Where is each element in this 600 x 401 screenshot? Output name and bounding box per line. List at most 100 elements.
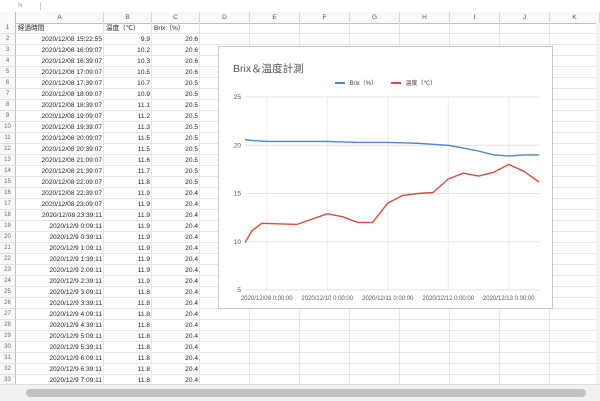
table-cell[interactable]: 20.5: [152, 111, 200, 122]
table-cell[interactable]: 20.6: [152, 45, 200, 56]
column-header-g[interactable]: G: [350, 12, 400, 23]
row-header[interactable]: 24: [0, 276, 16, 287]
table-cell[interactable]: 20.5: [152, 144, 200, 155]
row-header[interactable]: 32: [0, 364, 16, 375]
table-cell[interactable]: 2020/12/08 18:39:07: [16, 100, 104, 111]
row-header[interactable]: 2: [0, 34, 16, 45]
row-header[interactable]: 25: [0, 287, 16, 298]
table-cell[interactable]: 20.4: [152, 232, 200, 243]
column-header-h[interactable]: H: [400, 12, 450, 23]
table-cell[interactable]: 11.9: [104, 221, 152, 232]
table-cell[interactable]: 11.9: [104, 265, 152, 276]
table-cell[interactable]: 11.3: [104, 122, 152, 133]
row-header[interactable]: 4: [0, 56, 16, 67]
table-cell[interactable]: 11.1: [104, 100, 152, 111]
table-cell[interactable]: 11.8: [104, 364, 152, 375]
table-cell[interactable]: 11.8: [104, 342, 152, 353]
column-header-j[interactable]: J: [500, 12, 550, 23]
table-cell[interactable]: 11.8: [104, 375, 152, 384]
table-cell[interactable]: 20.5: [152, 133, 200, 144]
row-header[interactable]: 28: [0, 320, 16, 331]
row-header[interactable]: 27: [0, 309, 16, 320]
table-cell[interactable]: 2020/12/08 23:09:07: [16, 199, 104, 210]
table-cell[interactable]: 2020/12/08 22:09:07: [16, 177, 104, 188]
table-cell[interactable]: 2020/12/9 6:39:11: [16, 364, 104, 375]
table-cell[interactable]: 2020/12/9 4:09:11: [16, 309, 104, 320]
row-header[interactable]: 19: [0, 221, 16, 232]
table-cell[interactable]: 11.2: [104, 111, 152, 122]
select-all-corner[interactable]: [0, 12, 16, 23]
table-cell[interactable]: 11.5: [104, 133, 152, 144]
table-cell[interactable]: 2020/12/08 19:39:07: [16, 122, 104, 133]
table-cell[interactable]: 11.9: [104, 276, 152, 287]
table-cell[interactable]: 11.7: [104, 166, 152, 177]
column-header-b[interactable]: B: [104, 12, 152, 23]
table-cell[interactable]: 2020/12/08 20:39:07: [16, 144, 104, 155]
row-header[interactable]: 16: [0, 188, 16, 199]
table-cell[interactable]: 11.8: [104, 320, 152, 331]
row-header[interactable]: 7: [0, 89, 16, 100]
table-cell[interactable]: 20.5: [152, 122, 200, 133]
column-header-c[interactable]: C: [152, 12, 200, 23]
row-header[interactable]: 9: [0, 111, 16, 122]
table-cell[interactable]: 20.4: [152, 375, 200, 384]
row-header[interactable]: 29: [0, 331, 16, 342]
column-header-e[interactable]: E: [250, 12, 300, 23]
table-cell[interactable]: 11.8: [104, 287, 152, 298]
row-header[interactable]: 1: [0, 23, 16, 34]
table-cell[interactable]: 2020/12/9 3:09:11: [16, 287, 104, 298]
table-cell[interactable]: 20.4: [152, 199, 200, 210]
column-header-i[interactable]: I: [450, 12, 500, 23]
table-cell[interactable]: 20.4: [152, 364, 200, 375]
horizontal-scrollbar[interactable]: [0, 384, 600, 401]
row-header[interactable]: 15: [0, 177, 16, 188]
table-cell[interactable]: 9.9: [104, 34, 152, 45]
table-cell[interactable]: 2020/12/08 21:09:07: [16, 155, 104, 166]
table-cell[interactable]: 20.4: [152, 276, 200, 287]
column-header-d[interactable]: D: [200, 12, 250, 23]
table-cell[interactable]: 2020/12/08 17:09:07: [16, 67, 104, 78]
table-cell[interactable]: 2020/12/08 19:09:07: [16, 111, 104, 122]
row-header[interactable]: 18: [0, 210, 16, 221]
row-header[interactable]: 30: [0, 342, 16, 353]
table-cell[interactable]: 20.4: [152, 298, 200, 309]
table-cell[interactable]: 20.5: [152, 89, 200, 100]
table-cell[interactable]: 2020/12/9 7:09:11: [16, 375, 104, 384]
vertical-scrollbar[interactable]: [596, 23, 600, 384]
row-header[interactable]: 5: [0, 67, 16, 78]
column-header-f[interactable]: F: [300, 12, 350, 23]
table-cell[interactable]: 20.4: [152, 309, 200, 320]
table-cell[interactable]: 11.9: [104, 243, 152, 254]
table-cell[interactable]: 20.4: [152, 243, 200, 254]
table-cell[interactable]: 10.3: [104, 56, 152, 67]
column-header-k[interactable]: K: [550, 12, 600, 23]
row-header[interactable]: 17: [0, 199, 16, 210]
row-header[interactable]: 31: [0, 353, 16, 364]
table-cell[interactable]: 2020/12/08 18:09:07: [16, 89, 104, 100]
table-cell[interactable]: 11.5: [104, 144, 152, 155]
table-cell[interactable]: 2020/12/9 6:09:11: [16, 353, 104, 364]
table-cell[interactable]: 2020/12/9 2:09:11: [16, 265, 104, 276]
table-cell[interactable]: 11.8: [104, 353, 152, 364]
column-header-a[interactable]: A: [16, 12, 104, 23]
table-cell[interactable]: 11.9: [104, 254, 152, 265]
table-cell[interactable]: 2020/12/9 0:39:11: [16, 232, 104, 243]
row-header[interactable]: 11: [0, 133, 16, 144]
table-cell[interactable]: 20.4: [152, 254, 200, 265]
row-header[interactable]: 12: [0, 144, 16, 155]
table-cell[interactable]: 20.5: [152, 166, 200, 177]
table-cell[interactable]: 2020/12/08 16:09:07: [16, 45, 104, 56]
horizontal-scrollbar-thumb[interactable]: [26, 389, 586, 397]
embedded-chart[interactable]: Brix＆温度計測 Brix（%） 温度（℃） 25 20 15 10 5 2020/12…: [218, 46, 553, 309]
row-header[interactable]: 14: [0, 166, 16, 177]
table-cell[interactable]: 10.2: [104, 45, 152, 56]
table-cell[interactable]: 20.6: [152, 67, 200, 78]
row-header[interactable]: 22: [0, 254, 16, 265]
table-cell[interactable]: 2020/12/9 5:09:11: [16, 331, 104, 342]
table-cell[interactable]: 20.4: [152, 265, 200, 276]
table-cell[interactable]: 20.5: [152, 78, 200, 89]
table-cell[interactable]: 20.4: [152, 287, 200, 298]
table-cell[interactable]: 20.4: [152, 221, 200, 232]
table-cell[interactable]: 20.4: [152, 320, 200, 331]
row-header[interactable]: 21: [0, 243, 16, 254]
